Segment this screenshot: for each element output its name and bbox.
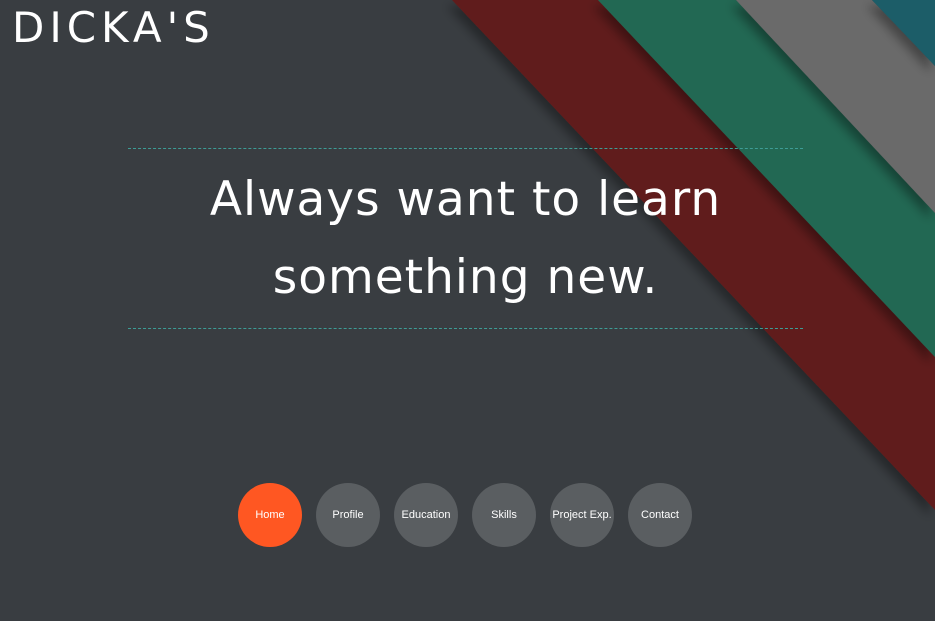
nav-item-education[interactable]: Education <box>394 483 458 547</box>
page: DICKA'S Always want to learn something n… <box>0 0 935 621</box>
nav-item-contact[interactable]: Contact <box>628 483 692 547</box>
main-nav: Home Profile Education Skills Project Ex… <box>238 483 692 547</box>
site-title: DICKA'S <box>12 3 215 52</box>
nav-item-skills[interactable]: Skills <box>472 483 536 547</box>
nav-item-project-exp[interactable]: Project Exp. <box>550 483 614 547</box>
hero-tagline: Always want to learn something new. <box>209 171 722 305</box>
hero-banner: Always want to learn something new. <box>128 148 803 329</box>
nav-item-home[interactable]: Home <box>238 483 302 547</box>
nav-item-profile[interactable]: Profile <box>316 483 380 547</box>
